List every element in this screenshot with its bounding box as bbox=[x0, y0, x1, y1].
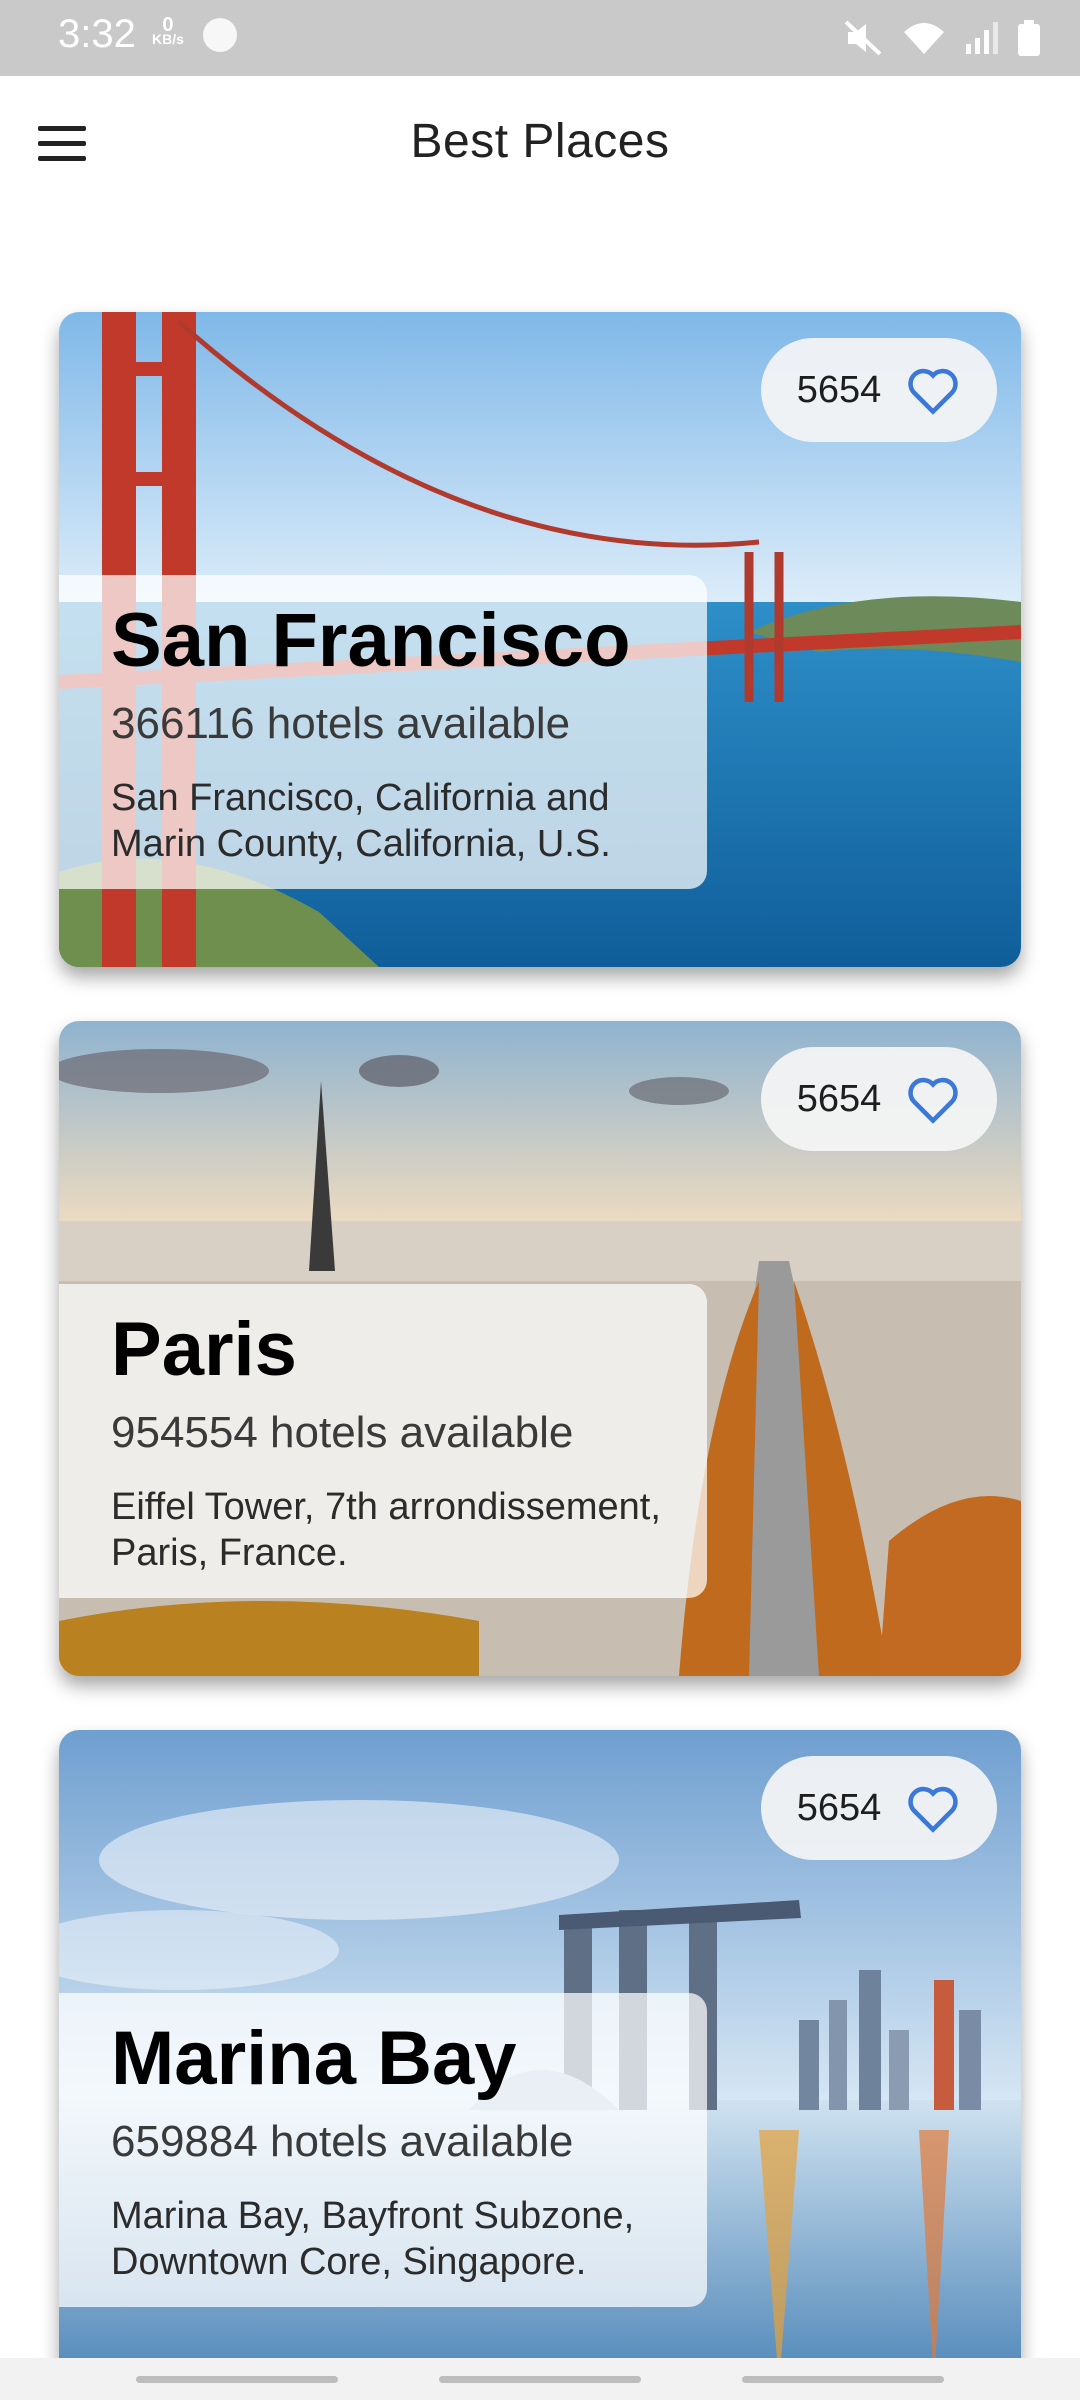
heart-outline-icon bbox=[908, 1077, 958, 1124]
battery-icon bbox=[1018, 20, 1040, 56]
sync-icon bbox=[203, 18, 237, 52]
place-address: Eiffel Tower, 7th arrondissement, Paris,… bbox=[111, 1486, 661, 1574]
place-card-marina-bay[interactable]: 5654 Marina Bay 659884 hotels available … bbox=[59, 1730, 1021, 2385]
page-title: Best Places bbox=[410, 115, 670, 168]
like-count: 5654 bbox=[796, 1786, 882, 1829]
place-info: Paris 954554 hotels available Eiffel Tow… bbox=[59, 1284, 707, 1598]
like-count: 5654 bbox=[796, 368, 882, 411]
signal-icon bbox=[964, 20, 1000, 56]
app-bar: Best Places bbox=[0, 76, 1080, 216]
like-button[interactable]: 5654 bbox=[761, 338, 997, 442]
status-time: 3:32 bbox=[58, 12, 136, 56]
place-info: Marina Bay 659884 hotels available Marin… bbox=[59, 1993, 707, 2307]
hotels-available: 366116 hotels available bbox=[111, 699, 571, 748]
heart-outline-icon bbox=[908, 368, 958, 415]
hotels-available: 659884 hotels available bbox=[111, 2117, 574, 2166]
place-info: San Francisco 366116 hotels available Sa… bbox=[59, 575, 707, 889]
nav-recents-handle[interactable] bbox=[136, 2376, 338, 2383]
heart-outline-icon bbox=[908, 1786, 958, 1833]
place-address: San Francisco, California and Marin Coun… bbox=[111, 777, 611, 865]
mute-icon bbox=[844, 20, 884, 56]
network-speed-value: 0 bbox=[162, 14, 174, 36]
place-address: Marina Bay, Bayfront Subzone, Downtown C… bbox=[111, 2195, 635, 2283]
like-button[interactable]: 5654 bbox=[761, 1047, 997, 1151]
system-nav-bar bbox=[0, 2358, 1080, 2400]
place-name: Marina Bay bbox=[111, 2016, 517, 2101]
status-bar: 3:32 0 KB/s bbox=[0, 0, 1080, 76]
nav-home-handle[interactable] bbox=[439, 2376, 641, 2383]
nav-back-handle[interactable] bbox=[742, 2376, 944, 2383]
place-card-paris[interactable]: 5654 Paris 954554 hotels available Eiffe… bbox=[59, 1021, 1021, 1676]
like-button[interactable]: 5654 bbox=[761, 1756, 997, 1860]
place-name: Paris bbox=[111, 1307, 297, 1392]
network-speed-unit: KB/s bbox=[152, 31, 184, 47]
place-name: San Francisco bbox=[111, 598, 631, 683]
like-count: 5654 bbox=[796, 1077, 882, 1120]
place-card-san-francisco[interactable]: 5654 San Francisco 366116 hotels availab… bbox=[59, 312, 1021, 967]
wifi-icon bbox=[902, 20, 946, 56]
hotels-available: 954554 hotels available bbox=[111, 1408, 574, 1457]
network-speed: 0 KB/s bbox=[152, 14, 184, 47]
status-icons bbox=[844, 18, 1040, 58]
